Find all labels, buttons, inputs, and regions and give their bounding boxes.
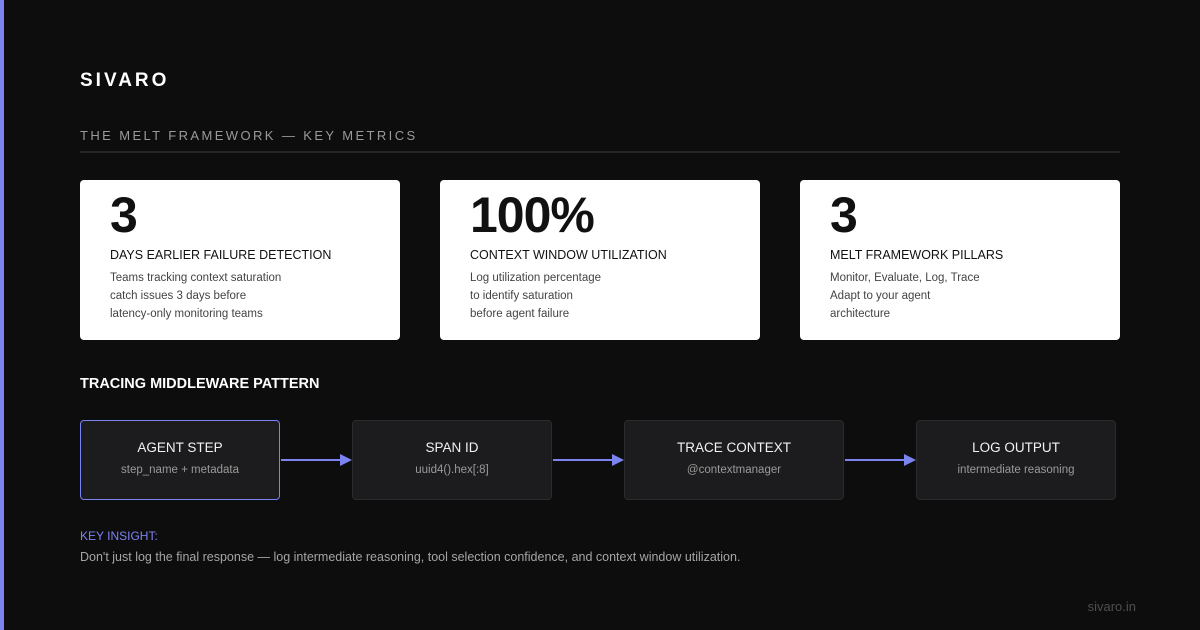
flow-arrow xyxy=(553,454,624,466)
key-insight-text: Don't just log the final response — log … xyxy=(80,550,741,564)
flow-arrows xyxy=(281,454,916,466)
flow-arrow xyxy=(281,454,352,466)
footer-url: sivaro.in xyxy=(1087,599,1136,614)
key-insight-label: KEY INSIGHT: xyxy=(80,529,158,543)
flow-arrow xyxy=(845,454,916,466)
